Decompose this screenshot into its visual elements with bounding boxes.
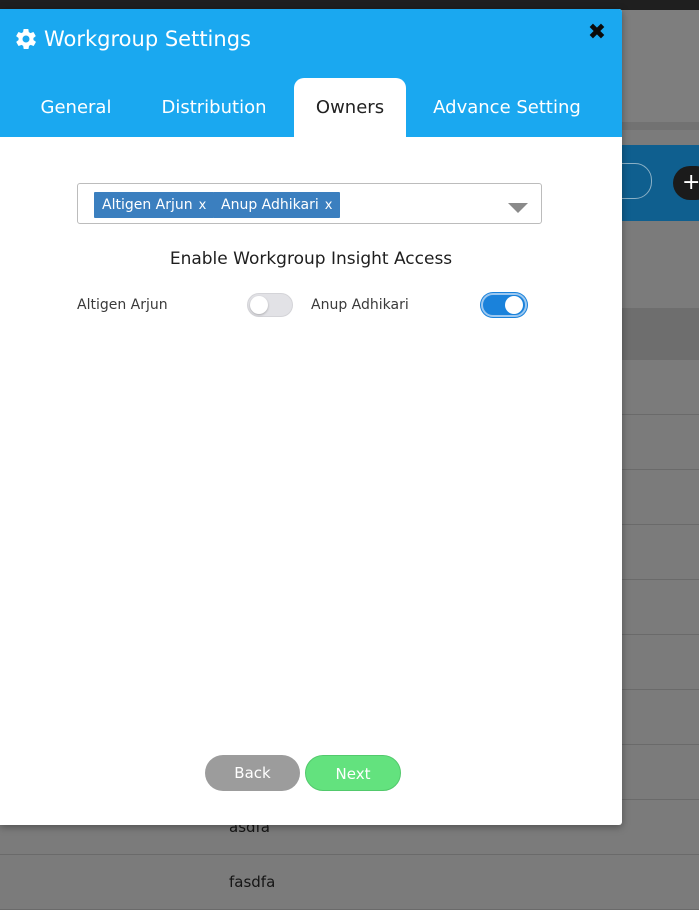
plus-icon: + bbox=[673, 166, 699, 200]
next-button[interactable]: Next bbox=[305, 755, 401, 791]
owner-chip: Altigen Arjun x bbox=[94, 192, 215, 218]
toggle-knob bbox=[505, 296, 523, 314]
insight-access-toggle[interactable] bbox=[247, 293, 293, 317]
owners-multiselect[interactable]: Altigen Arjun x Anup Adhikari x bbox=[77, 183, 542, 224]
modal-title-wrap: Workgroup Settings bbox=[14, 23, 251, 55]
chevron-down-icon[interactable] bbox=[508, 203, 528, 213]
table-cell: fasdfa bbox=[229, 873, 276, 891]
modal-header: Workgroup Settings ✖ General Distributio… bbox=[0, 9, 622, 137]
owner-chip-label: Altigen Arjun bbox=[102, 197, 193, 213]
table-row: fasdfa bbox=[0, 855, 699, 910]
tab-advance-setting[interactable]: Advance Setting bbox=[422, 78, 592, 137]
owner-access-label: Anup Adhikari bbox=[311, 297, 409, 313]
modal-title: Workgroup Settings bbox=[44, 27, 251, 51]
owner-chip: Anup Adhikari x bbox=[213, 192, 341, 218]
chip-remove-button[interactable]: x bbox=[199, 198, 207, 213]
toggle-knob bbox=[250, 296, 268, 314]
tab-distribution[interactable]: Distribution bbox=[148, 78, 280, 137]
owner-chip-label: Anup Adhikari bbox=[221, 197, 319, 213]
close-icon[interactable]: ✖ bbox=[585, 21, 609, 45]
tab-general[interactable]: General bbox=[26, 78, 126, 137]
workgroup-settings-modal: Workgroup Settings ✖ General Distributio… bbox=[0, 9, 622, 825]
tab-owners[interactable]: Owners bbox=[294, 78, 406, 137]
owner-access-label: Altigen Arjun bbox=[77, 297, 168, 313]
back-button[interactable]: Back bbox=[205, 755, 300, 791]
tab-bar: General Distribution Owners Advance Sett… bbox=[0, 78, 622, 137]
insight-access-heading: Enable Workgroup Insight Access bbox=[169, 249, 453, 269]
gear-icon bbox=[16, 28, 36, 50]
insight-access-toggle[interactable] bbox=[481, 293, 527, 317]
chip-remove-button[interactable]: x bbox=[325, 198, 333, 213]
